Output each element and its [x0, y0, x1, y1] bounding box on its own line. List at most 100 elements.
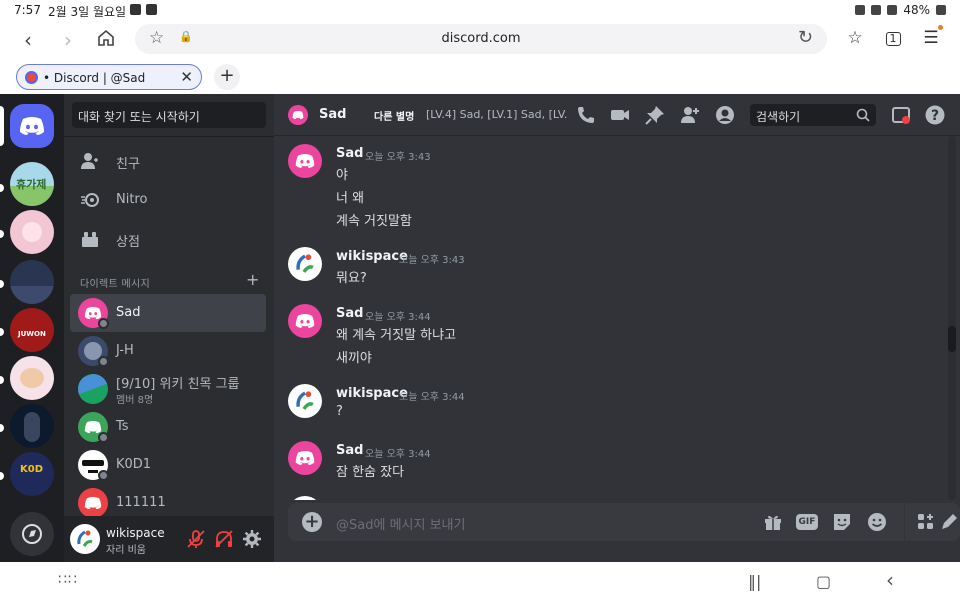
server-unread-pill	[0, 280, 4, 288]
back-nav-icon[interactable]: ‹	[886, 568, 894, 592]
message-text: 왜 계속 거짓말 하냐고	[336, 328, 457, 343]
status-indicator	[98, 432, 109, 443]
server-icon-cat[interactable]	[10, 356, 54, 400]
server-icon-juwon[interactable]: JUWON	[10, 308, 54, 352]
tab-discord[interactable]: • Discord | @Sad ✕	[16, 64, 202, 90]
mic-muted-icon	[187, 530, 205, 548]
home-icon[interactable]	[94, 28, 118, 52]
apps-grid-icon[interactable]: ∷∷	[58, 572, 78, 588]
dm-name: Ts	[116, 419, 129, 434]
explore-servers-button[interactable]	[10, 512, 54, 556]
pinned-messages-icon[interactable]	[644, 104, 666, 126]
message-timestamp: 오늘 오후 3:43	[399, 255, 465, 266]
message-avatar[interactable]	[288, 304, 322, 338]
user-avatar[interactable]	[70, 524, 100, 554]
dm-item-jh[interactable]: J-H	[70, 332, 266, 370]
inbox-icon[interactable]	[890, 104, 912, 126]
user-name: wikispace	[106, 526, 165, 540]
message-timestamp: 오늘 오후 3:44	[365, 312, 431, 323]
message-author[interactable]: wikispace	[336, 386, 408, 401]
forward-icon[interactable]: ›	[56, 28, 80, 52]
message-composer[interactable]: + @Sad에 메시지 보내기 GIF	[288, 503, 960, 541]
chat-header: Sad 다른 별명 [LV.4] Sad, [LV.1] Sad, [LV.0.…	[274, 94, 960, 136]
message-avatar[interactable]	[288, 496, 322, 500]
aka-label: 다른 별명	[374, 112, 415, 123]
deafen-button[interactable]	[213, 528, 235, 550]
wiki-logo-icon	[77, 530, 93, 547]
nitro-icon	[81, 193, 99, 207]
avatar	[78, 374, 108, 404]
back-icon[interactable]: ‹	[16, 28, 40, 52]
close-tab-icon[interactable]: ✕	[180, 68, 193, 86]
header-username[interactable]: Sad	[319, 107, 346, 122]
home-nav-icon[interactable]: ▢	[816, 572, 831, 591]
message-avatar[interactable]	[288, 247, 322, 281]
nav-nitro[interactable]: Nitro	[70, 182, 266, 218]
server-icon-2[interactable]	[10, 210, 54, 254]
server-icon-kodi[interactable]: K0D	[10, 452, 54, 496]
message-text: 너 왜	[336, 191, 365, 206]
upload-plus-icon[interactable]: +	[302, 512, 322, 532]
wiki-logo-icon	[296, 254, 314, 273]
message-avatar[interactable]	[288, 384, 322, 418]
message-author[interactable]: Sad	[336, 306, 363, 321]
nav-shop[interactable]: 상점	[70, 221, 266, 257]
dm-name: [9/10] 위키 친목 그룹	[116, 377, 240, 392]
find-conversation-input[interactable]: 대화 찾기 또는 시작하기	[72, 102, 266, 128]
emoji-icon[interactable]	[866, 511, 888, 533]
nav-friends[interactable]: 친구	[70, 143, 266, 179]
wiki-logo-icon	[296, 391, 314, 410]
server-icon-5[interactable]	[10, 404, 54, 448]
dm-item-k0d1[interactable]: K0D1	[70, 446, 266, 484]
voice-call-icon[interactable]	[575, 104, 597, 126]
user-settings-button[interactable]	[241, 528, 263, 550]
server-icon-1[interactable]: 휴가제	[10, 162, 54, 206]
home-selected-pill	[0, 106, 4, 146]
message-author[interactable]: Sad	[336, 443, 363, 458]
search-icon	[856, 108, 870, 122]
bookmarks-icon[interactable]: ☆	[843, 28, 867, 52]
apps-icon[interactable]	[915, 511, 937, 533]
status-indicator	[98, 318, 109, 329]
dm-sidebar: 대화 찾기 또는 시작하기 친구 Nitro 상점 다이렉트 메시지 + Sad	[64, 94, 274, 562]
mute-mic-button[interactable]	[185, 528, 207, 550]
help-icon[interactable]: ?	[924, 104, 946, 126]
recents-icon[interactable]: ‖|	[748, 572, 761, 591]
message-input-placeholder[interactable]: @Sad에 메시지 보내기	[336, 514, 465, 533]
discord-logo-icon	[295, 314, 315, 328]
video-call-icon[interactable]	[609, 104, 631, 126]
message-author[interactable]: Sad	[336, 146, 363, 161]
friends-icon	[81, 153, 98, 169]
add-friends-to-dm-icon[interactable]	[679, 104, 701, 126]
reload-icon[interactable]: ↻	[798, 27, 813, 48]
gift-icon[interactable]	[762, 511, 784, 533]
tabs-count-icon[interactable]: 1	[881, 28, 905, 52]
gif-label: GIF	[798, 517, 816, 527]
pen-icon[interactable]	[938, 511, 960, 533]
home-dm-button[interactable]	[10, 104, 54, 148]
message-list: Sad 오늘 오후 3:43 야 너 왜 계속 거짓말함 wikispace 오…	[274, 136, 960, 500]
dm-name: 111111	[116, 495, 166, 510]
menu-icon[interactable]: ☰	[919, 28, 943, 52]
search-input[interactable]: 검색하기	[750, 104, 876, 126]
message-author[interactable]: wikispace	[336, 249, 408, 264]
message-avatar[interactable]	[288, 441, 322, 475]
create-dm-icon[interactable]: +	[246, 270, 259, 289]
message-text: 잠 한숨 잤다	[336, 465, 405, 480]
divider	[904, 503, 905, 541]
message-timestamp: 오늘 오후 3:43	[365, 152, 431, 163]
scrollbar-thumb[interactable]	[948, 326, 956, 352]
dm-item-sad[interactable]: Sad	[70, 294, 266, 332]
address-bar[interactable]: ☆ 🔒 discord.com ↻	[135, 24, 827, 54]
server-icon-3[interactable]	[10, 260, 54, 304]
aka-nicknames[interactable]: [LV.4] Sad, [LV.1] Sad, [LV.0...	[426, 108, 568, 121]
message-scrollbar[interactable]	[948, 136, 956, 500]
user-profile-icon[interactable]	[714, 104, 736, 126]
dm-item-ts[interactable]: Ts	[70, 408, 266, 446]
sticker-icon[interactable]	[831, 511, 853, 533]
message-avatar[interactable]	[288, 144, 322, 178]
new-tab-button[interactable]: +	[214, 64, 240, 90]
dm-item-group[interactable]: [9/10] 위키 친목 그룹 멤버 8명	[70, 370, 266, 408]
discord-logo-icon	[84, 496, 102, 510]
gif-button[interactable]: GIF	[796, 514, 818, 530]
